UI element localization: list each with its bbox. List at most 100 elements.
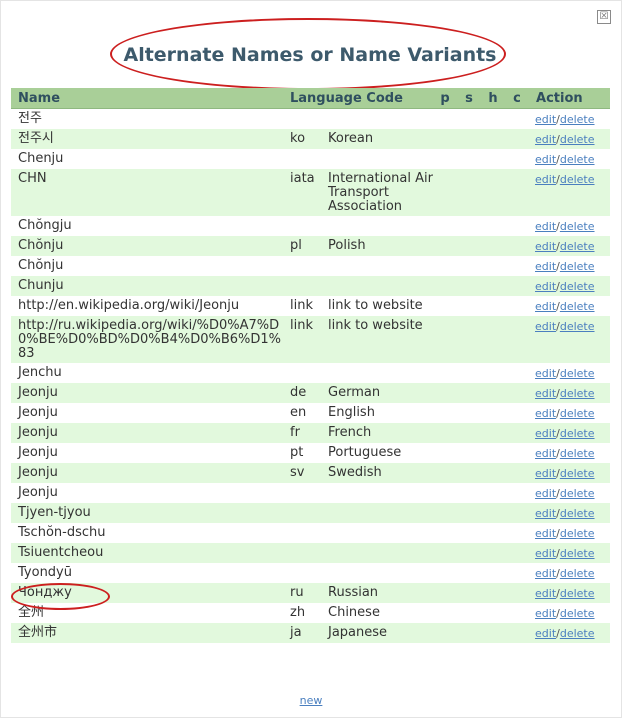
edit-link[interactable]: edit (535, 607, 556, 620)
edit-link[interactable]: edit (535, 407, 556, 420)
language-code-cell (283, 483, 323, 503)
language-name-cell (323, 149, 434, 169)
table-row: http://ru.wikipedia.org/wiki/%D0%A7%D0%B… (11, 316, 611, 363)
s-flag-cell (457, 423, 482, 443)
delete-link[interactable]: delete (560, 260, 595, 273)
name-cell: Jeonju (11, 423, 283, 443)
table-row: Chŏngju edit/delete (11, 216, 611, 236)
new-link[interactable]: new (300, 694, 323, 707)
name-cell: Tyondyū (11, 563, 283, 583)
s-flag-cell (457, 383, 482, 403)
language-name-cell: Russian (323, 583, 434, 603)
p-flag-cell (433, 216, 458, 236)
delete-link[interactable]: delete (560, 220, 595, 233)
language-code-cell: ja (283, 623, 323, 643)
c-flag-cell (505, 563, 530, 583)
language-name-cell: Japanese (323, 623, 434, 643)
table-header-row: Name Language Code p s h c Action (11, 88, 611, 109)
edit-link[interactable]: edit (535, 133, 556, 146)
delete-link[interactable]: delete (560, 527, 595, 540)
edit-link[interactable]: edit (535, 467, 556, 480)
delete-link[interactable]: delete (560, 240, 595, 253)
language-code-cell: iata (283, 169, 323, 216)
edit-link[interactable]: edit (535, 113, 556, 126)
language-name-cell: English (323, 403, 434, 423)
language-code-cell (283, 276, 323, 296)
language-code-cell: zh (283, 603, 323, 623)
language-name-cell: French (323, 423, 434, 443)
c-flag-cell (505, 443, 530, 463)
delete-link[interactable]: delete (560, 407, 595, 420)
action-cell: edit/delete (529, 503, 611, 523)
edit-link[interactable]: edit (535, 627, 556, 640)
action-cell: edit/delete (529, 256, 611, 276)
name-cell: http://ru.wikipedia.org/wiki/%D0%A7%D0%B… (11, 316, 283, 363)
edit-link[interactable]: edit (535, 280, 556, 293)
edit-link[interactable]: edit (535, 220, 556, 233)
delete-link[interactable]: delete (560, 367, 595, 380)
edit-link[interactable]: edit (535, 260, 556, 273)
language-name-cell (323, 108, 434, 129)
delete-link[interactable]: delete (560, 507, 595, 520)
delete-link[interactable]: delete (560, 300, 595, 313)
edit-link[interactable]: edit (535, 547, 556, 560)
language-name-cell: Polish (323, 236, 434, 256)
delete-link[interactable]: delete (560, 280, 595, 293)
s-flag-cell (457, 603, 482, 623)
delete-link[interactable]: delete (560, 567, 595, 580)
delete-link[interactable]: delete (560, 133, 595, 146)
delete-link[interactable]: delete (560, 387, 595, 400)
edit-link[interactable]: edit (535, 527, 556, 540)
c-flag-cell (505, 483, 530, 503)
action-cell: edit/delete (529, 383, 611, 403)
edit-link[interactable]: edit (535, 507, 556, 520)
c-column-header: c (505, 88, 530, 109)
c-flag-cell (505, 216, 530, 236)
edit-link[interactable]: edit (535, 240, 556, 253)
h-flag-cell (481, 563, 506, 583)
action-cell: edit/delete (529, 169, 611, 216)
delete-link[interactable]: delete (560, 113, 595, 126)
delete-link[interactable]: delete (560, 467, 595, 480)
edit-link[interactable]: edit (535, 447, 556, 460)
h-flag-cell (481, 149, 506, 169)
edit-link[interactable]: edit (535, 387, 556, 400)
edit-link[interactable]: edit (535, 427, 556, 440)
language-name-cell (323, 483, 434, 503)
edit-link[interactable]: edit (535, 320, 556, 333)
name-cell: Tsiuentcheou (11, 543, 283, 563)
h-flag-cell (481, 443, 506, 463)
edit-link[interactable]: edit (535, 173, 556, 186)
delete-link[interactable]: delete (560, 320, 595, 333)
delete-link[interactable]: delete (560, 427, 595, 440)
delete-link[interactable]: delete (560, 447, 595, 460)
edit-link[interactable]: edit (535, 153, 556, 166)
edit-link[interactable]: edit (535, 587, 556, 600)
delete-link[interactable]: delete (560, 627, 595, 640)
edit-link[interactable]: edit (535, 487, 556, 500)
edit-link[interactable]: edit (535, 567, 556, 580)
h-flag-cell (481, 403, 506, 423)
name-cell: Chunju (11, 276, 283, 296)
c-flag-cell (505, 623, 530, 643)
delete-link[interactable]: delete (560, 547, 595, 560)
edit-link[interactable]: edit (535, 300, 556, 313)
language-code-cell: de (283, 383, 323, 403)
delete-link[interactable]: delete (560, 153, 595, 166)
delete-link[interactable]: delete (560, 173, 595, 186)
delete-link[interactable]: delete (560, 487, 595, 500)
s-flag-cell (457, 463, 482, 483)
close-icon[interactable]: ☒ (597, 10, 611, 24)
p-flag-cell (433, 296, 458, 316)
table-row: Jeonju de German edit/delete (11, 383, 611, 403)
delete-link[interactable]: delete (560, 587, 595, 600)
p-flag-cell (433, 483, 458, 503)
edit-link[interactable]: edit (535, 367, 556, 380)
h-flag-cell (481, 276, 506, 296)
name-cell: Jeonju (11, 383, 283, 403)
h-flag-cell (481, 583, 506, 603)
c-flag-cell (505, 523, 530, 543)
name-cell: Tschŏn-dschu (11, 523, 283, 543)
table-row: Chŏnju edit/delete (11, 256, 611, 276)
delete-link[interactable]: delete (560, 607, 595, 620)
